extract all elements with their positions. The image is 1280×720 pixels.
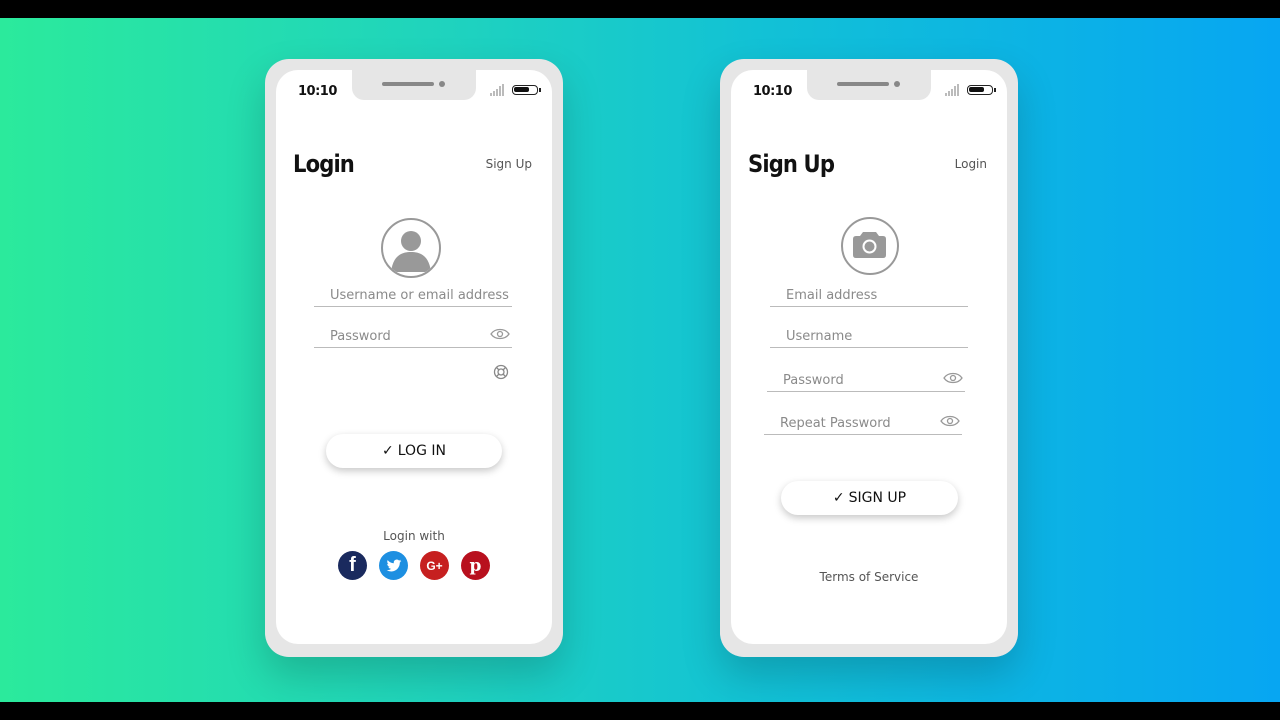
login-link[interactable]: Login — [955, 157, 987, 171]
background: 10:10 Login Sign Up Username or email ad… — [0, 18, 1280, 702]
repeat-password-field[interactable] — [764, 413, 962, 435]
signal-icon — [945, 84, 959, 96]
google-plus-icon[interactable]: G+ — [420, 551, 449, 580]
repeat-password-input[interactable] — [764, 413, 962, 433]
signup-link[interactable]: Sign Up — [486, 157, 532, 171]
status-time: 10:10 — [298, 84, 337, 99]
social-buttons: f G+ p — [338, 551, 490, 580]
username-input[interactable] — [770, 326, 968, 346]
signup-phone: 10:10 Sign Up Login Email address Userna… — [720, 59, 1018, 657]
pinterest-icon[interactable]: p — [461, 551, 490, 580]
lifebuoy-icon[interactable] — [493, 364, 509, 380]
username-input[interactable] — [314, 285, 512, 305]
eye-icon[interactable] — [940, 414, 960, 428]
password-field[interactable] — [767, 370, 965, 392]
signal-icon — [490, 84, 504, 96]
eye-icon[interactable] — [490, 327, 510, 341]
password-field[interactable] — [314, 326, 512, 348]
login-button-label: LOG IN — [397, 443, 446, 459]
login-phone: 10:10 Login Sign Up Username or email ad… — [265, 59, 563, 657]
login-screen: 10:10 Login Sign Up Username or email ad… — [276, 70, 552, 644]
signup-button-label: SIGN UP — [848, 490, 907, 506]
signup-screen: 10:10 Sign Up Login Email address Userna… — [731, 70, 1007, 644]
front-camera — [894, 81, 900, 87]
password-input[interactable] — [767, 370, 965, 390]
status-bar — [945, 84, 996, 96]
login-button[interactable]: ✓ LOG IN — [326, 434, 502, 468]
email-field[interactable] — [770, 285, 968, 307]
battery-icon — [967, 85, 996, 95]
page-title: Login — [293, 150, 355, 178]
signup-button[interactable]: ✓ SIGN UP — [781, 481, 958, 515]
email-input[interactable] — [770, 285, 968, 305]
front-camera — [439, 81, 445, 87]
speaker — [382, 82, 434, 86]
user-avatar-icon — [381, 218, 441, 278]
check-icon: ✓ — [382, 443, 394, 459]
page-title: Sign Up — [748, 150, 835, 178]
phone-notch — [352, 70, 476, 100]
terms-of-service-link[interactable]: Terms of Service — [731, 570, 1007, 584]
username-field[interactable] — [770, 326, 968, 348]
username-field[interactable] — [314, 285, 512, 307]
check-icon: ✓ — [832, 490, 845, 506]
battery-icon — [512, 85, 541, 95]
twitter-icon[interactable] — [379, 551, 408, 580]
password-input[interactable] — [314, 326, 512, 346]
status-time: 10:10 — [753, 84, 792, 99]
camera-icon[interactable] — [841, 217, 899, 275]
speaker — [837, 82, 889, 86]
phone-notch — [807, 70, 931, 100]
login-with-label: Login with — [383, 529, 445, 543]
status-bar — [490, 84, 541, 96]
eye-icon[interactable] — [943, 371, 963, 385]
facebook-icon[interactable]: f — [338, 551, 367, 580]
